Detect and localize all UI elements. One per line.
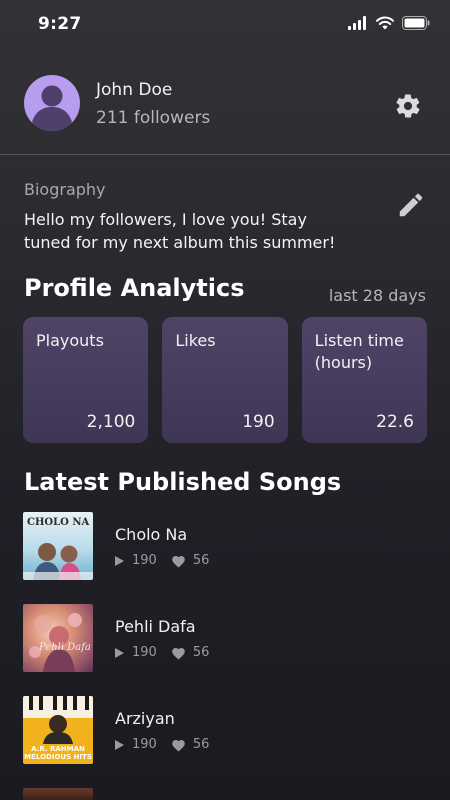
song-cover: CHOLO NA: [23, 512, 93, 580]
pencil-icon: [399, 193, 423, 217]
song-item[interactable]: A.R. RAHMAN MELODIOUS HITS Arziyan 190 5…: [23, 696, 427, 766]
like-count: 56: [192, 645, 210, 660]
cover-text: CHOLO NA: [27, 517, 90, 528]
song-stats: 190 56: [115, 553, 209, 568]
heart-icon: [172, 647, 185, 659]
wifi-icon: [376, 16, 394, 30]
battery-icon: [402, 16, 430, 30]
play-count: 190: [132, 645, 157, 660]
settings-button[interactable]: [394, 92, 422, 120]
song-cover: A.R. RAHMAN MELODIOUS HITS: [23, 696, 93, 764]
gear-icon: [396, 94, 420, 118]
song-title: Pehli Dafa: [115, 617, 196, 636]
user-icon: [32, 85, 72, 131]
edit-biography-button[interactable]: [396, 190, 426, 220]
listen-time-card[interactable]: Listen time (hours) 22.6: [301, 317, 427, 443]
status-time: 9:27: [38, 14, 82, 34]
card-label: Likes: [175, 331, 216, 350]
song-stats: 190 56: [115, 737, 209, 752]
status-bar: 9:27: [0, 0, 450, 52]
playouts-card[interactable]: Playouts 2,100: [23, 317, 149, 443]
card-label: Listen time (hours): [314, 331, 404, 372]
analytics-range[interactable]: last 28 days: [329, 286, 426, 305]
likes-card[interactable]: Likes 190: [162, 317, 288, 443]
play-count: 190: [132, 737, 157, 752]
song-stats: 190 56: [115, 645, 209, 660]
songs-title: Latest Published Songs: [24, 468, 342, 496]
like-count: 56: [192, 553, 210, 568]
play-icon: [115, 647, 124, 658]
avatar[interactable]: [24, 75, 80, 131]
card-value: 2,100: [86, 412, 136, 432]
followers-count: 211 followers: [96, 108, 211, 128]
card-value: 190: [242, 412, 275, 432]
song-cover: [23, 788, 93, 800]
song-cover: Pehli Dafa: [23, 604, 93, 672]
analytics-cards: Playouts 2,100 Likes 190 Listen time (ho…: [23, 317, 427, 443]
profile-header: John Doe 211 followers: [0, 60, 450, 155]
song-item[interactable]: Pehli Dafa Pehli Dafa 190 56: [23, 604, 427, 674]
song-title: Cholo Na: [115, 525, 188, 544]
play-count: 190: [132, 553, 157, 568]
play-icon: [115, 555, 124, 566]
play-icon: [115, 739, 124, 750]
cover-text: Pehli Dafa: [39, 642, 91, 653]
song-item[interactable]: CHOLO NA Cholo Na 190 56: [23, 512, 427, 582]
heart-icon: [172, 555, 185, 567]
heart-icon: [172, 739, 185, 751]
album-art-image: [29, 613, 82, 672]
analytics-title: Profile Analytics: [24, 274, 245, 302]
status-icons: [348, 16, 430, 30]
card-value: 22.6: [376, 412, 414, 432]
biography-text: Hello my followers, I love you! Stay tun…: [24, 210, 336, 252]
like-count: 56: [192, 737, 210, 752]
biography-label: Biography: [24, 180, 106, 199]
song-title: Arziyan: [115, 709, 175, 728]
profile-name: John Doe: [96, 80, 173, 100]
card-label: Playouts: [36, 331, 104, 350]
signal-icon: [348, 16, 366, 30]
cover-text: A.R. RAHMAN MELODIOUS HITS: [24, 745, 92, 761]
song-item-partial[interactable]: [23, 788, 427, 800]
